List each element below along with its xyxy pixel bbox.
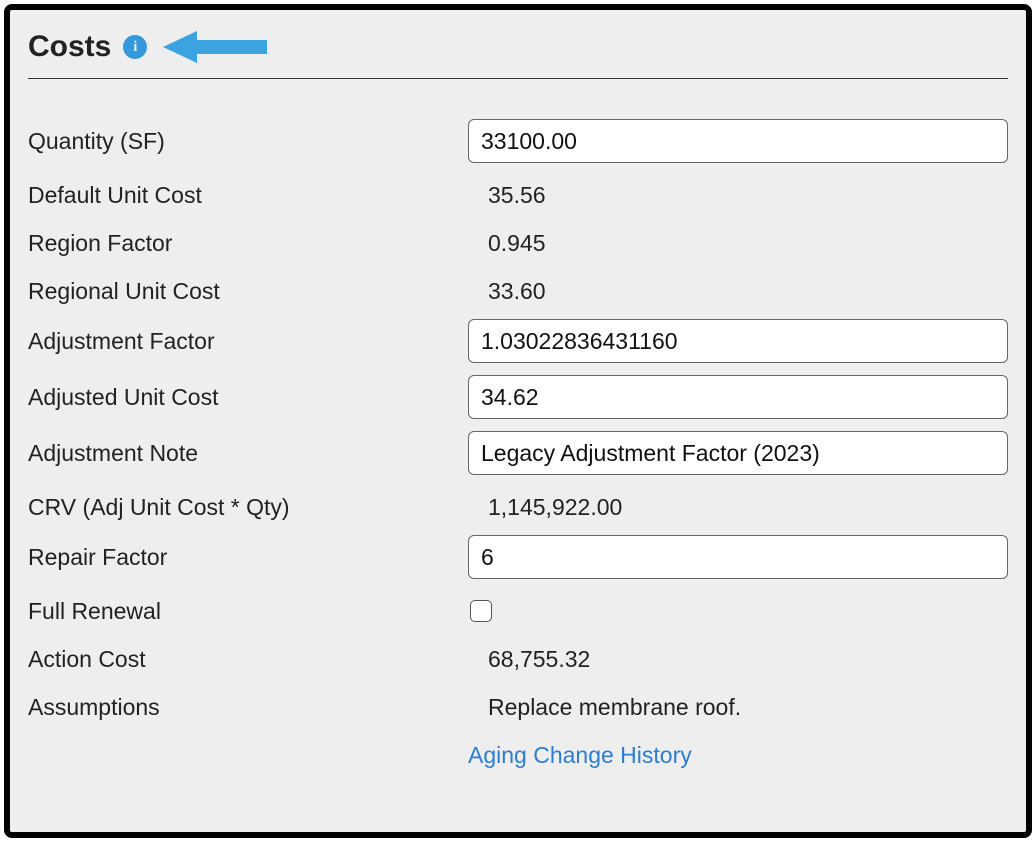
label-crv: CRV (Adj Unit Cost * Qty) xyxy=(28,494,468,521)
label-quantity: Quantity (SF) xyxy=(28,128,468,155)
value-assumptions: Replace membrane roof. xyxy=(468,694,741,721)
value-crv: 1,145,922.00 xyxy=(468,494,622,521)
info-icon-glyph: i xyxy=(133,39,137,56)
row-adjustment-note: Adjustment Note xyxy=(28,431,1008,475)
row-assumptions: Assumptions Replace membrane roof. xyxy=(28,687,1008,727)
label-regional-unit-cost: Regional Unit Cost xyxy=(28,278,468,305)
row-adjustment-factor: Adjustment Factor xyxy=(28,319,1008,363)
row-crv: CRV (Adj Unit Cost * Qty) 1,145,922.00 xyxy=(28,487,1008,527)
label-adjustment-factor: Adjustment Factor xyxy=(28,328,468,355)
form-rows: Quantity (SF) Default Unit Cost 35.56 Re… xyxy=(28,119,1008,775)
label-action-cost: Action Cost xyxy=(28,646,468,673)
row-regional-unit-cost: Regional Unit Cost 33.60 xyxy=(28,271,1008,311)
label-repair-factor: Repair Factor xyxy=(28,544,468,571)
repair-factor-input[interactable] xyxy=(468,535,1008,579)
panel-header: Costs i xyxy=(28,28,1008,79)
quantity-input[interactable] xyxy=(468,119,1008,163)
adjustment-factor-input[interactable] xyxy=(468,319,1008,363)
label-region-factor: Region Factor xyxy=(28,230,468,257)
row-default-unit-cost: Default Unit Cost 35.56 xyxy=(28,175,1008,215)
adjusted-unit-cost-input[interactable] xyxy=(468,375,1008,419)
value-action-cost: 68,755.32 xyxy=(468,646,590,673)
row-repair-factor: Repair Factor xyxy=(28,535,1008,579)
label-default-unit-cost: Default Unit Cost xyxy=(28,182,468,209)
full-renewal-checkbox[interactable] xyxy=(470,600,492,622)
row-quantity: Quantity (SF) xyxy=(28,119,1008,163)
row-action-cost: Action Cost 68,755.32 xyxy=(28,639,1008,679)
label-adjustment-note: Adjustment Note xyxy=(28,440,468,467)
row-full-renewal: Full Renewal xyxy=(28,591,1008,631)
label-full-renewal: Full Renewal xyxy=(28,598,468,625)
value-regional-unit-cost: 33.60 xyxy=(468,278,546,305)
row-adjusted-unit-cost: Adjusted Unit Cost xyxy=(28,375,1008,419)
row-aging-history-link: Aging Change History xyxy=(28,735,1008,775)
info-icon[interactable]: i xyxy=(123,35,147,59)
label-assumptions: Assumptions xyxy=(28,694,468,721)
adjustment-note-input[interactable] xyxy=(468,431,1008,475)
label-adjusted-unit-cost: Adjusted Unit Cost xyxy=(28,384,468,411)
aging-change-history-link[interactable]: Aging Change History xyxy=(468,742,692,769)
costs-panel: Costs i Quantity (SF) xyxy=(4,4,1032,838)
row-region-factor: Region Factor 0.945 xyxy=(28,223,1008,263)
value-default-unit-cost: 35.56 xyxy=(468,182,546,209)
value-region-factor: 0.945 xyxy=(468,230,546,257)
pointer-arrow-icon xyxy=(163,28,273,66)
panel-title: Costs xyxy=(28,30,111,64)
